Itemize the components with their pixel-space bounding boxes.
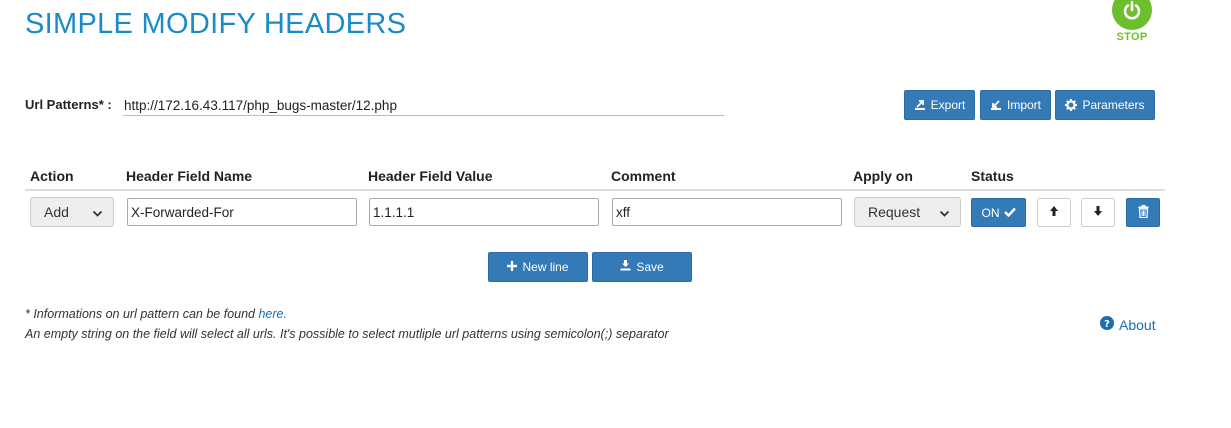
move-up-button[interactable] bbox=[1037, 198, 1071, 227]
url-pattern-info-note: * Informations on url pattern can be fou… bbox=[25, 307, 287, 321]
apply-on-select-value: Request bbox=[868, 204, 921, 220]
apply-on-select[interactable]: Request bbox=[854, 197, 961, 227]
chevron-down-icon bbox=[92, 206, 103, 222]
url-pattern-info-text: * Informations on url pattern can be fou… bbox=[25, 307, 259, 321]
delete-row-button[interactable] bbox=[1126, 198, 1160, 227]
col-header-field-value: Header Field Value bbox=[368, 168, 493, 184]
action-select-value: Add bbox=[44, 204, 69, 220]
empty-string-note: An empty string on the field will select… bbox=[25, 327, 669, 341]
export-icon bbox=[914, 99, 926, 111]
header-field-value-input[interactable] bbox=[369, 198, 599, 226]
save-label: Save bbox=[636, 260, 664, 274]
parameters-label: Parameters bbox=[1082, 98, 1145, 112]
import-label: Import bbox=[1006, 98, 1041, 112]
page-title: SIMPLE MODIFY HEADERS bbox=[25, 8, 407, 40]
new-line-label: New line bbox=[522, 260, 569, 274]
arrow-down-icon bbox=[1093, 205, 1103, 220]
col-header-field-name: Header Field Name bbox=[126, 168, 253, 184]
action-select[interactable]: Add bbox=[30, 197, 114, 227]
comment-input[interactable] bbox=[612, 198, 842, 226]
svg-text:?: ? bbox=[1104, 319, 1110, 330]
plus-icon bbox=[507, 260, 518, 274]
import-button[interactable]: Import bbox=[980, 90, 1051, 120]
col-header-comment: Comment bbox=[611, 168, 676, 184]
url-patterns-label: Url Patterns* : bbox=[25, 97, 112, 112]
col-header-action: Action bbox=[30, 168, 74, 184]
about-link[interactable]: ? About bbox=[1100, 316, 1156, 333]
url-patterns-input[interactable] bbox=[123, 95, 724, 116]
export-label: Export bbox=[930, 98, 966, 112]
gear-icon bbox=[1065, 99, 1078, 111]
download-icon bbox=[620, 260, 631, 274]
header-field-name-input[interactable] bbox=[127, 198, 357, 226]
parameters-button[interactable]: Parameters bbox=[1055, 90, 1155, 120]
col-header-apply-on: Apply on bbox=[853, 168, 913, 184]
chevron-down-icon bbox=[939, 206, 950, 222]
stop-label: STOP bbox=[1116, 31, 1148, 43]
here-link[interactable]: here. bbox=[258, 307, 287, 321]
export-button[interactable]: Export bbox=[904, 90, 975, 120]
col-header-status: Status bbox=[971, 168, 1014, 184]
question-circle-icon: ? bbox=[1100, 316, 1114, 333]
header-divider bbox=[25, 189, 1165, 191]
about-label: About bbox=[1119, 316, 1156, 333]
stop-button[interactable]: STOP bbox=[1110, 0, 1154, 46]
move-down-button[interactable] bbox=[1081, 198, 1115, 227]
save-button[interactable]: Save bbox=[592, 252, 692, 282]
status-toggle-button[interactable]: ON bbox=[971, 198, 1026, 227]
arrow-up-icon bbox=[1049, 205, 1059, 220]
check-icon bbox=[1003, 206, 1016, 220]
status-label: ON bbox=[981, 205, 1000, 220]
import-icon bbox=[990, 99, 1002, 111]
trash-icon bbox=[1138, 204, 1149, 221]
new-line-button[interactable]: New line bbox=[488, 252, 588, 282]
power-icon bbox=[1112, 0, 1152, 30]
